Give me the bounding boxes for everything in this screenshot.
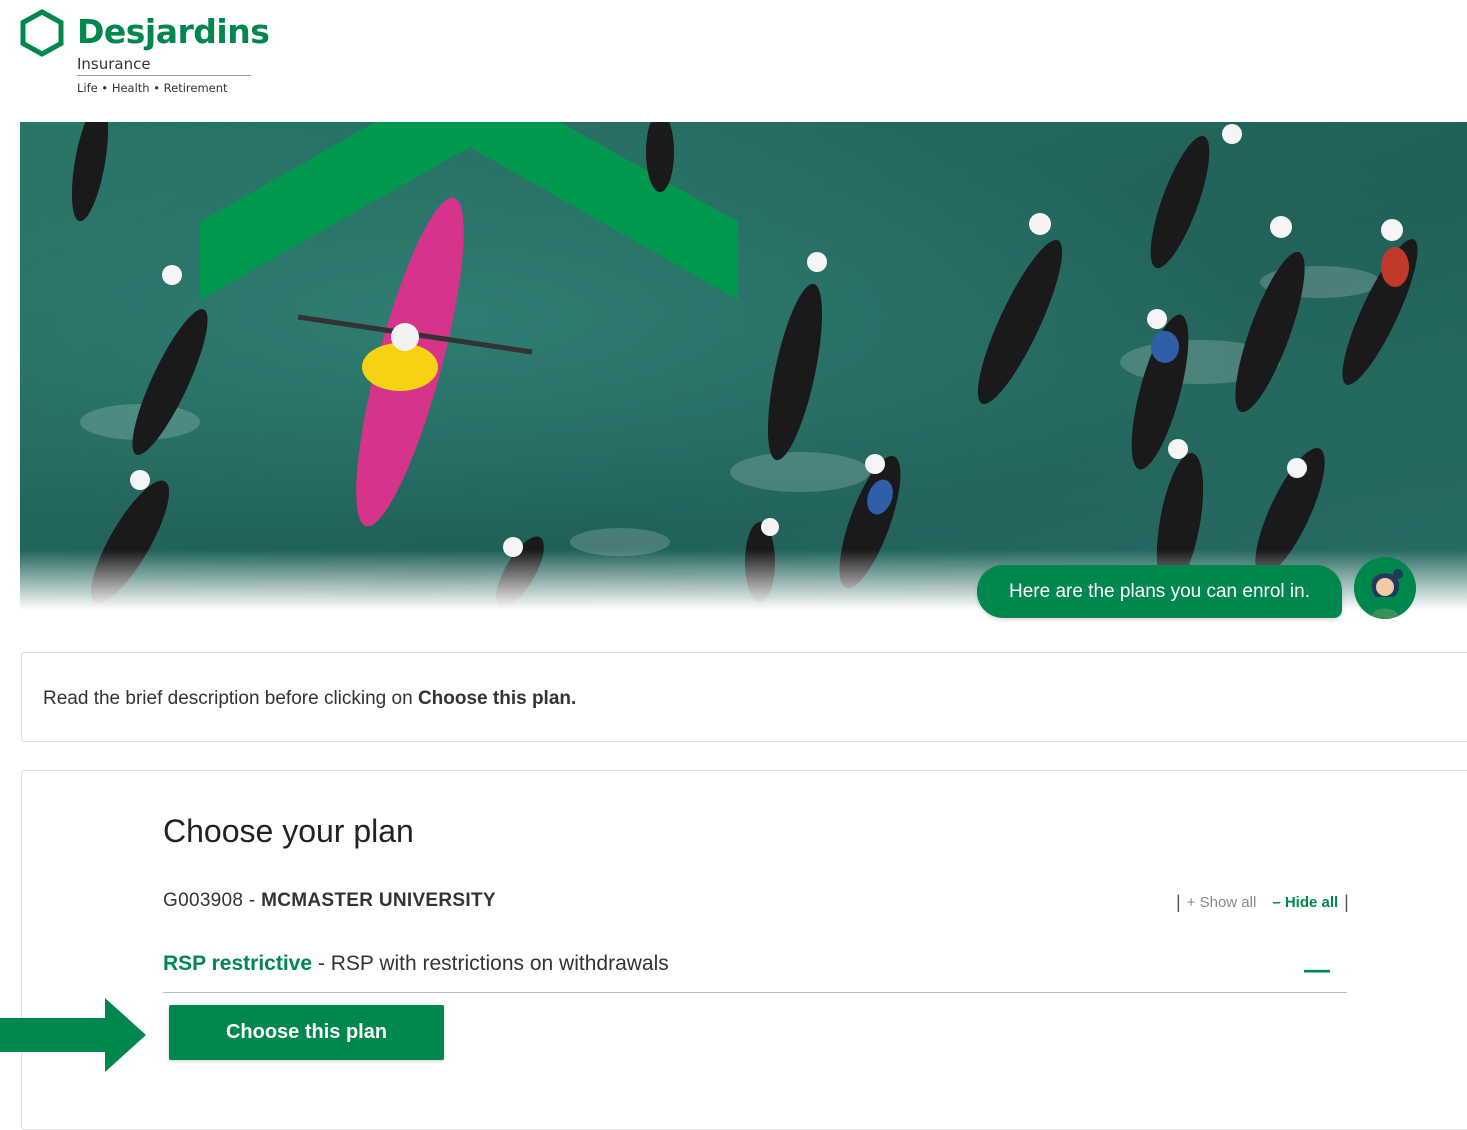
plan-name: RSP restrictive xyxy=(163,952,313,975)
divider: | xyxy=(1344,892,1349,912)
instruction-prefix: Read the brief description before clicki… xyxy=(43,688,418,709)
group-name: MCMASTER UNIVERSITY xyxy=(261,890,496,911)
expand-collapse-controls: | + Show all – Hide all | xyxy=(1170,892,1355,913)
instruction-text: Read the brief description before clicki… xyxy=(43,688,576,710)
page-title: Choose your plan xyxy=(163,813,414,849)
assistant-avatar-icon[interactable] xyxy=(1354,557,1416,619)
group-heading: G003908 - MCMASTER UNIVERSITY xyxy=(163,890,496,912)
group-code: G003908 - xyxy=(163,890,262,911)
hide-all-link[interactable]: – Hide all xyxy=(1272,894,1338,911)
show-all-link[interactable]: + Show all xyxy=(1187,894,1257,911)
hero-banner-image xyxy=(20,122,1467,610)
brand-name[interactable]: Desjardins xyxy=(77,12,270,51)
kayak-graphic xyxy=(297,197,533,527)
divider: | xyxy=(1176,892,1181,912)
instruction-emphasis: Choose this plan. xyxy=(417,688,577,709)
choose-plan-button[interactable]: Choose this plan xyxy=(169,1005,444,1060)
brand-divider xyxy=(77,75,251,76)
hexagon-logo-icon[interactable] xyxy=(18,8,66,58)
plan-accordion-header[interactable]: RSP restrictive - RSP with restrictions … xyxy=(163,952,1347,993)
right-arrow-icon xyxy=(0,998,148,1077)
brand-subtitle: Insurance xyxy=(77,55,151,73)
hero-illustration xyxy=(71,122,1418,608)
brand-tagline: Life • Health • Retirement xyxy=(77,81,228,95)
collapse-icon[interactable]: — xyxy=(1304,954,1330,985)
plan-description: - RSP with restrictions on withdrawals xyxy=(312,952,669,975)
assistant-chat-bubble: Here are the plans you can enrol in. xyxy=(977,565,1342,618)
instruction-card: Read the brief description before clicki… xyxy=(21,652,1467,742)
site-header: Desjardins Insurance Life • Health • Ret… xyxy=(0,0,1467,120)
